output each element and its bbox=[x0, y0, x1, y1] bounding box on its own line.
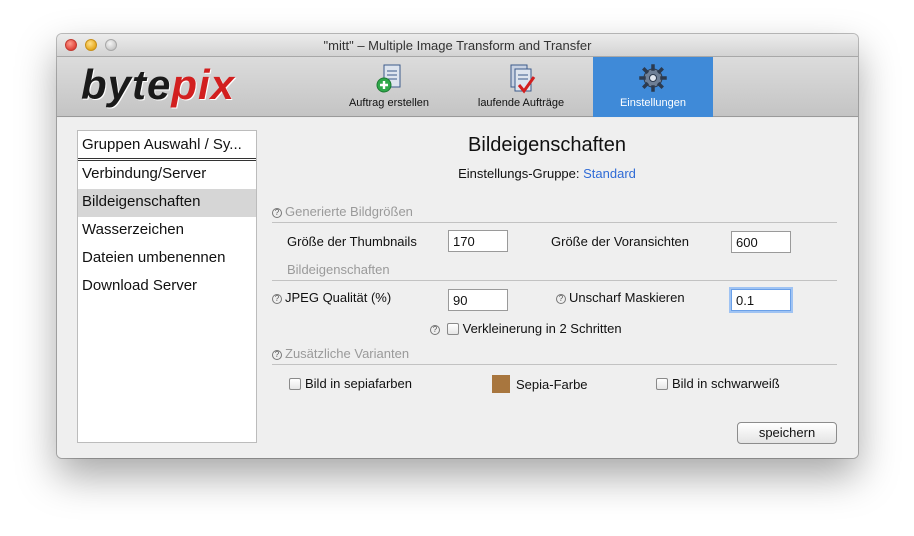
thumbnail-size-input[interactable]: 170 bbox=[448, 230, 508, 252]
page-title: Bildeigenschaften bbox=[468, 134, 626, 156]
toolbar-item-auftrag-erstellen[interactable]: Auftrag erstellen bbox=[337, 57, 441, 117]
jpeg-quality-label: JPEG Qualität (%) bbox=[285, 290, 392, 305]
divider bbox=[272, 364, 837, 365]
bw-row: Bild in schwarweiß bbox=[656, 376, 780, 391]
preview-size-label: Größe der Voransichten bbox=[551, 234, 690, 249]
section-props: Bildeigenschaften bbox=[272, 262, 837, 281]
running-jobs-icon bbox=[510, 64, 536, 94]
section-title: Zusätzliche Varianten bbox=[285, 346, 410, 361]
content-area: Gruppen Auswahl / Sy... Verbindung/Serve… bbox=[57, 118, 858, 458]
sepia-color-label: Sepia-Farbe bbox=[516, 377, 588, 392]
section-generated: ? Generierte Bildgrößen bbox=[272, 204, 837, 223]
save-button[interactable]: speichern bbox=[737, 422, 837, 444]
sepia-color-row: Sepia-Farbe bbox=[492, 375, 588, 393]
sidebar-item-bildeigenschaften[interactable]: Bildeigenschaften bbox=[78, 189, 256, 217]
settings-group-label: Einstellungs-Gruppe: bbox=[458, 166, 580, 181]
app-window: "mitt" – Multiple Image Transform and Tr… bbox=[57, 34, 858, 458]
toolbar-label: Auftrag erstellen bbox=[348, 97, 430, 109]
jpeg-quality-input[interactable]: 90 bbox=[448, 289, 508, 311]
toolbar-label: laufende Aufträge bbox=[477, 97, 565, 109]
sepia-row: Bild in sepiafarben bbox=[289, 376, 412, 391]
two-step-checkbox[interactable] bbox=[446, 323, 459, 335]
two-step-row: ? Verkleinerung in 2 Schritten bbox=[430, 321, 622, 336]
unsharp-mask-input[interactable]: 0.1 bbox=[731, 289, 791, 311]
help-icon[interactable]: ? bbox=[272, 294, 282, 304]
sidebar-item-verbindung-server[interactable]: Verbindung/Server bbox=[78, 161, 256, 189]
section-title: Bildeigenschaften bbox=[287, 262, 390, 277]
sepia-color-swatch[interactable] bbox=[492, 375, 510, 393]
help-icon[interactable]: ? bbox=[272, 350, 282, 360]
help-icon[interactable]: ? bbox=[272, 208, 282, 218]
sidebar-item-wasserzeichen[interactable]: Wasserzeichen bbox=[78, 217, 256, 245]
sepia-checkbox[interactable] bbox=[289, 378, 301, 390]
toolbar-label: Einstellungen bbox=[619, 97, 687, 109]
settings-group-line: Einstellungs-Gruppe: Standard bbox=[272, 166, 822, 181]
window-title: "mitt" – Multiple Image Transform and Tr… bbox=[323, 38, 592, 53]
thumbnail-size-label: Größe der Thumbnails bbox=[287, 234, 417, 249]
unsharp-mask-row: ? Unscharf Maskieren bbox=[556, 290, 685, 305]
section-title: Generierte Bildgrößen bbox=[285, 204, 413, 219]
help-icon[interactable]: ? bbox=[430, 325, 440, 335]
settings-gear-icon bbox=[639, 64, 667, 92]
help-icon[interactable]: ? bbox=[556, 294, 566, 304]
title-bar: "mitt" – Multiple Image Transform and Tr… bbox=[57, 34, 858, 57]
settings-group-link[interactable]: Standard bbox=[583, 166, 636, 181]
unsharp-mask-label: Unscharf Maskieren bbox=[569, 290, 685, 305]
sidebar-item-dateien-umbenennen[interactable]: Dateien umbenennen bbox=[78, 245, 256, 273]
toolbar: bytepix Auftrag erstellen laufende Auftr… bbox=[57, 57, 858, 117]
section-variants: ? Zusätzliche Varianten bbox=[272, 346, 837, 365]
settings-group-list: Gruppen Auswahl / Sy... Verbindung/Serve… bbox=[77, 130, 257, 443]
jpeg-quality-row: ? JPEG Qualität (%) bbox=[272, 290, 391, 305]
sidebar-item-download-server[interactable]: Download Server bbox=[78, 273, 256, 301]
bytepix-logo: bytepix bbox=[81, 61, 236, 108]
bw-label: Bild in schwarweiß bbox=[672, 376, 780, 391]
divider bbox=[272, 280, 837, 281]
divider bbox=[272, 222, 837, 223]
two-step-label: Verkleinerung in 2 Schritten bbox=[462, 321, 622, 336]
toolbar-item-einstellungen[interactable]: Einstellungen bbox=[593, 57, 713, 117]
toolbar-item-laufende-auftraege[interactable]: laufende Aufträge bbox=[465, 57, 577, 117]
preview-size-input[interactable]: 600 bbox=[731, 231, 791, 253]
sidebar-header[interactable]: Gruppen Auswahl / Sy... bbox=[78, 131, 256, 161]
sepia-label: Bild in sepiafarben bbox=[305, 376, 412, 391]
new-job-icon bbox=[376, 64, 401, 93]
bw-checkbox[interactable] bbox=[656, 378, 668, 390]
